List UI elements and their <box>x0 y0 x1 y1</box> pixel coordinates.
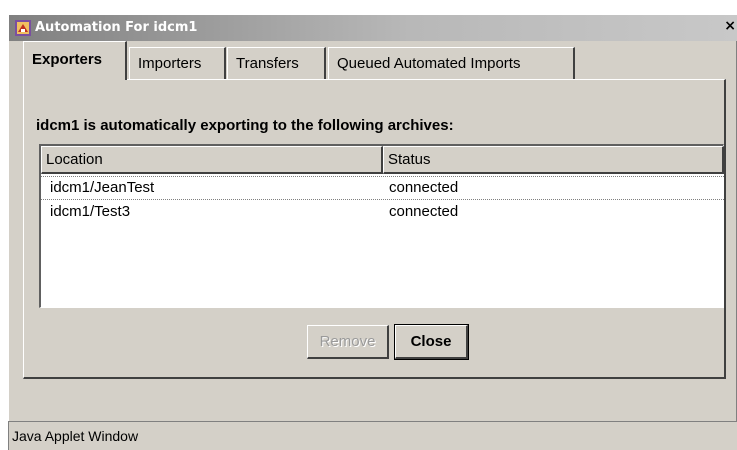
panel-heading: idcm1 is automatically exporting to the … <box>36 117 454 134</box>
location-cell: idcm1/Test3 <box>50 203 131 220</box>
window-title: Automation For idcm1 <box>35 20 198 35</box>
table-row[interactable]: idcm1/JeanTest connected <box>41 176 724 200</box>
tab-queued-automated-imports[interactable]: Queued Automated Imports <box>328 47 575 79</box>
table-header: Location Status <box>41 146 724 174</box>
column-header-location[interactable]: Location <box>41 146 383 174</box>
title-bar[interactable]: Automation For idcm1 × <box>9 15 737 41</box>
java-applet-icon <box>15 20 31 36</box>
location-cell: idcm1/JeanTest <box>50 179 155 196</box>
archives-table[interactable]: Location Status idcm1/JeanTest connected… <box>39 144 724 308</box>
status-cell: connected <box>389 203 459 220</box>
status-cell: connected <box>389 179 459 196</box>
column-header-status[interactable]: Status <box>383 146 724 174</box>
close-icon[interactable]: × <box>724 18 736 34</box>
status-bar: Java Applet Window <box>8 421 737 450</box>
tab-transfers[interactable]: Transfers <box>227 47 326 79</box>
remove-button[interactable]: Remove <box>307 325 389 359</box>
tab-importers[interactable]: Importers <box>129 47 226 79</box>
tab-exporters[interactable]: Exporters <box>23 41 127 80</box>
close-button[interactable]: Close <box>394 324 469 360</box>
table-row[interactable]: idcm1/Test3 connected <box>41 201 724 225</box>
